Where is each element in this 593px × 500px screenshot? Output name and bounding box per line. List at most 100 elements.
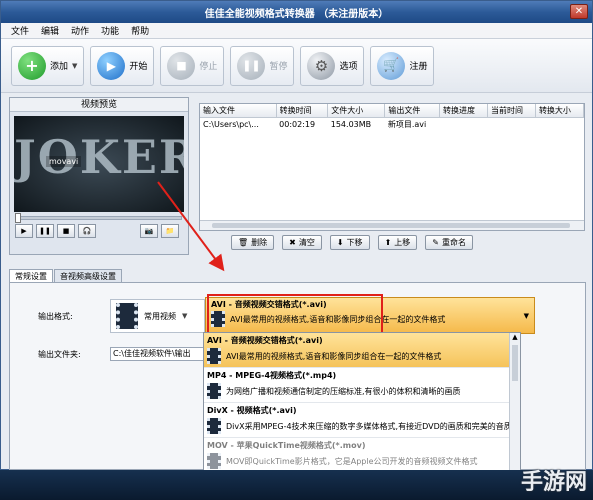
scroll-up-icon[interactable]: ▲ — [510, 333, 520, 341]
add-label: 添加 — [50, 62, 69, 72]
column-header[interactable]: 转换大小 — [535, 104, 585, 118]
play-icon: ▶ — [97, 51, 126, 80]
options-label: 选项 — [339, 62, 358, 72]
plus-icon: + — [18, 51, 46, 80]
move-down-button[interactable]: ⬇ 下移 — [329, 235, 370, 250]
film-icon — [211, 311, 225, 327]
menu-file[interactable]: 文件 — [5, 24, 35, 37]
seek-knob[interactable] — [15, 213, 21, 223]
table-row[interactable]: C:\Users\pc\... 00:02:19 154.03MB 新项目.av… — [200, 118, 584, 132]
format-select[interactable]: AVI - 音频视频交错格式(*.avi) AVI最常用的视频格式,语音和影像同… — [205, 297, 535, 334]
menu-function[interactable]: 功能 — [95, 24, 125, 37]
option-title: MP4 - MPEG-4视频格式(*.mp4) — [207, 371, 337, 380]
film-icon — [207, 348, 221, 364]
headphones-icon[interactable]: 🎧 — [78, 224, 96, 238]
menu-edit[interactable]: 编辑 — [35, 24, 65, 37]
arrow-up-icon: ⬆ — [384, 238, 392, 247]
film-icon — [207, 418, 221, 434]
scroll-thumb[interactable] — [512, 345, 518, 381]
video-frame: JOKER movavi — [14, 116, 184, 212]
pause-icon: ❚❚ — [237, 51, 266, 80]
x-icon: ✖ — [289, 238, 296, 247]
snapshot-icon[interactable]: 📷 — [140, 224, 158, 238]
toolbar: + 添加 ▼ ▶ 开始 ■ 停止 ❚❚ 暂停 ⚙ 选项 🛒 注册 — [1, 39, 592, 93]
move-down-label: 下移 — [346, 238, 363, 247]
file-list[interactable]: 输入文件 转换时间 文件大小 输出文件 转换进度 当前时间 转换大小 C:\Us… — [199, 103, 585, 231]
pause-button[interactable]: ❚❚ 暂停 — [230, 45, 295, 86]
taskbar — [0, 470, 593, 500]
selected-format-title: AVI - 音频视频交错格式(*.avi) — [211, 300, 327, 309]
column-header[interactable]: 转换时间 — [276, 104, 329, 118]
column-header[interactable]: 转换进度 — [439, 104, 488, 118]
tab-general[interactable]: 常规设置 — [9, 269, 53, 283]
video-watermark: movavi — [46, 156, 82, 167]
register-button[interactable]: 🛒 注册 — [370, 45, 435, 86]
list-item[interactable]: DivX - 视频格式(*.avi) DivX采用MPEG-4技术来压缩的数字多… — [204, 403, 520, 438]
format-category-select[interactable]: 常用视频 ▼ — [110, 299, 205, 333]
format-category-label: 常用视频 — [144, 311, 176, 321]
stop-button-small[interactable]: ■ — [57, 224, 75, 238]
pause-button-small[interactable]: ❚❚ — [36, 224, 54, 238]
video-title-text: JOKER — [14, 130, 184, 184]
option-desc: 为网络广播和视频通信制定的压缩标准,有很小的体积和清晰的画质 — [226, 386, 461, 396]
gear-icon: ⚙ — [307, 51, 336, 80]
option-desc: DivX采用MPEG-4技术来压缩的数字多媒体格式,有接近DVD的画质和完美的音… — [226, 421, 512, 431]
option-desc: MOV即QuickTime影片格式，它是Apple公司开发的音频视频文件格式 — [226, 456, 478, 466]
menu-action[interactable]: 动作 — [65, 24, 95, 37]
video-preview-panel: 视频预览 JOKER movavi ▶ ❚❚ ■ 🎧 📷 📁 — [9, 97, 189, 255]
trash-icon: 🗑 — [238, 238, 249, 247]
column-header[interactable]: 文件大小 — [327, 104, 386, 118]
chevron-down-icon: ▼ — [182, 312, 188, 320]
option-title: DivX - 视频格式(*.avi) — [207, 406, 297, 415]
column-header[interactable]: 输出文件 — [384, 104, 440, 118]
stop-label: 停止 — [199, 62, 218, 72]
stop-icon: ■ — [167, 51, 196, 80]
close-button[interactable]: ✕ — [570, 4, 588, 19]
rename-button[interactable]: ✎ 重命名 — [425, 235, 473, 250]
delete-label: 删除 — [251, 238, 268, 247]
delete-button[interactable]: 🗑 删除 — [231, 235, 275, 250]
pause-label: 暂停 — [269, 62, 288, 72]
site-watermark: 手游网 — [520, 470, 587, 495]
horizontal-scrollbar[interactable] — [200, 220, 584, 230]
clear-button[interactable]: ✖ 清空 — [282, 235, 322, 250]
format-label: 输出格式: — [38, 312, 73, 321]
folder-label: 输出文件夹: — [38, 350, 81, 359]
folder-icon[interactable]: 📁 — [161, 224, 179, 238]
play-button[interactable]: ▶ — [15, 224, 33, 238]
output-folder-input[interactable]: C:\佳佳视频软件\输出 — [110, 347, 205, 361]
player-controls: ▶ ❚❚ ■ 🎧 📷 📁 — [10, 224, 188, 238]
menu-bar: 文件 编辑 动作 功能 帮助 — [1, 23, 592, 39]
start-label: 开始 — [129, 62, 148, 72]
option-title: MOV - 苹果QuickTime视频格式(*.mov) — [207, 441, 366, 450]
option-desc: AVI最常用的视频格式,语音和影像同步组合在一起的文件格式 — [226, 351, 442, 361]
stop-button[interactable]: ■ 停止 — [160, 45, 225, 86]
list-item[interactable]: AVI - 音频视频交错格式(*.avi) AVI最常用的视频格式,语音和影像同… — [204, 333, 520, 368]
list-buttons: 🗑 删除 ✖ 清空 ⬇ 下移 ⬆ 上移 ✎ 重命名 — [231, 235, 473, 250]
list-item[interactable]: MOV - 苹果QuickTime视频格式(*.mov) MOV即QuickTi… — [204, 438, 520, 473]
title-bar: 佳佳全能视频格式转换器 （未注册版本） ✕ — [1, 1, 592, 23]
chevron-down-icon[interactable]: ▼ — [72, 62, 77, 70]
add-button[interactable]: + 添加 ▼ — [11, 45, 85, 86]
film-icon — [207, 383, 221, 399]
list-item[interactable]: MP4 - MPEG-4视频格式(*.mp4) 为网络广播和视频通信制定的压缩标… — [204, 368, 520, 403]
cell-progress — [439, 118, 487, 132]
column-header[interactable]: 输入文件 — [200, 104, 277, 118]
seek-bar[interactable] — [15, 213, 182, 223]
register-label: 注册 — [409, 62, 428, 72]
chevron-down-icon: ▼ — [523, 312, 529, 320]
column-header[interactable]: 当前时间 — [487, 104, 536, 118]
rename-label: 重命名 — [441, 238, 466, 247]
menu-help[interactable]: 帮助 — [125, 24, 155, 37]
option-title: AVI - 音频视频交错格式(*.avi) — [207, 336, 323, 345]
move-up-button[interactable]: ⬆ 上移 — [377, 235, 418, 250]
scroll-thumb[interactable] — [212, 223, 570, 228]
settings-tabs: 常规设置 音视频高级设置 — [9, 269, 123, 283]
cell-converted-size — [535, 118, 583, 132]
start-button[interactable]: ▶ 开始 — [90, 45, 155, 86]
film-icon — [207, 453, 221, 469]
tab-advanced[interactable]: 音视频高级设置 — [54, 269, 122, 283]
cell-input-file: C:\Users\pc\... — [203, 120, 259, 129]
cell-output-file: 新项目.avi — [387, 120, 427, 129]
options-button[interactable]: ⚙ 选项 — [300, 45, 365, 86]
